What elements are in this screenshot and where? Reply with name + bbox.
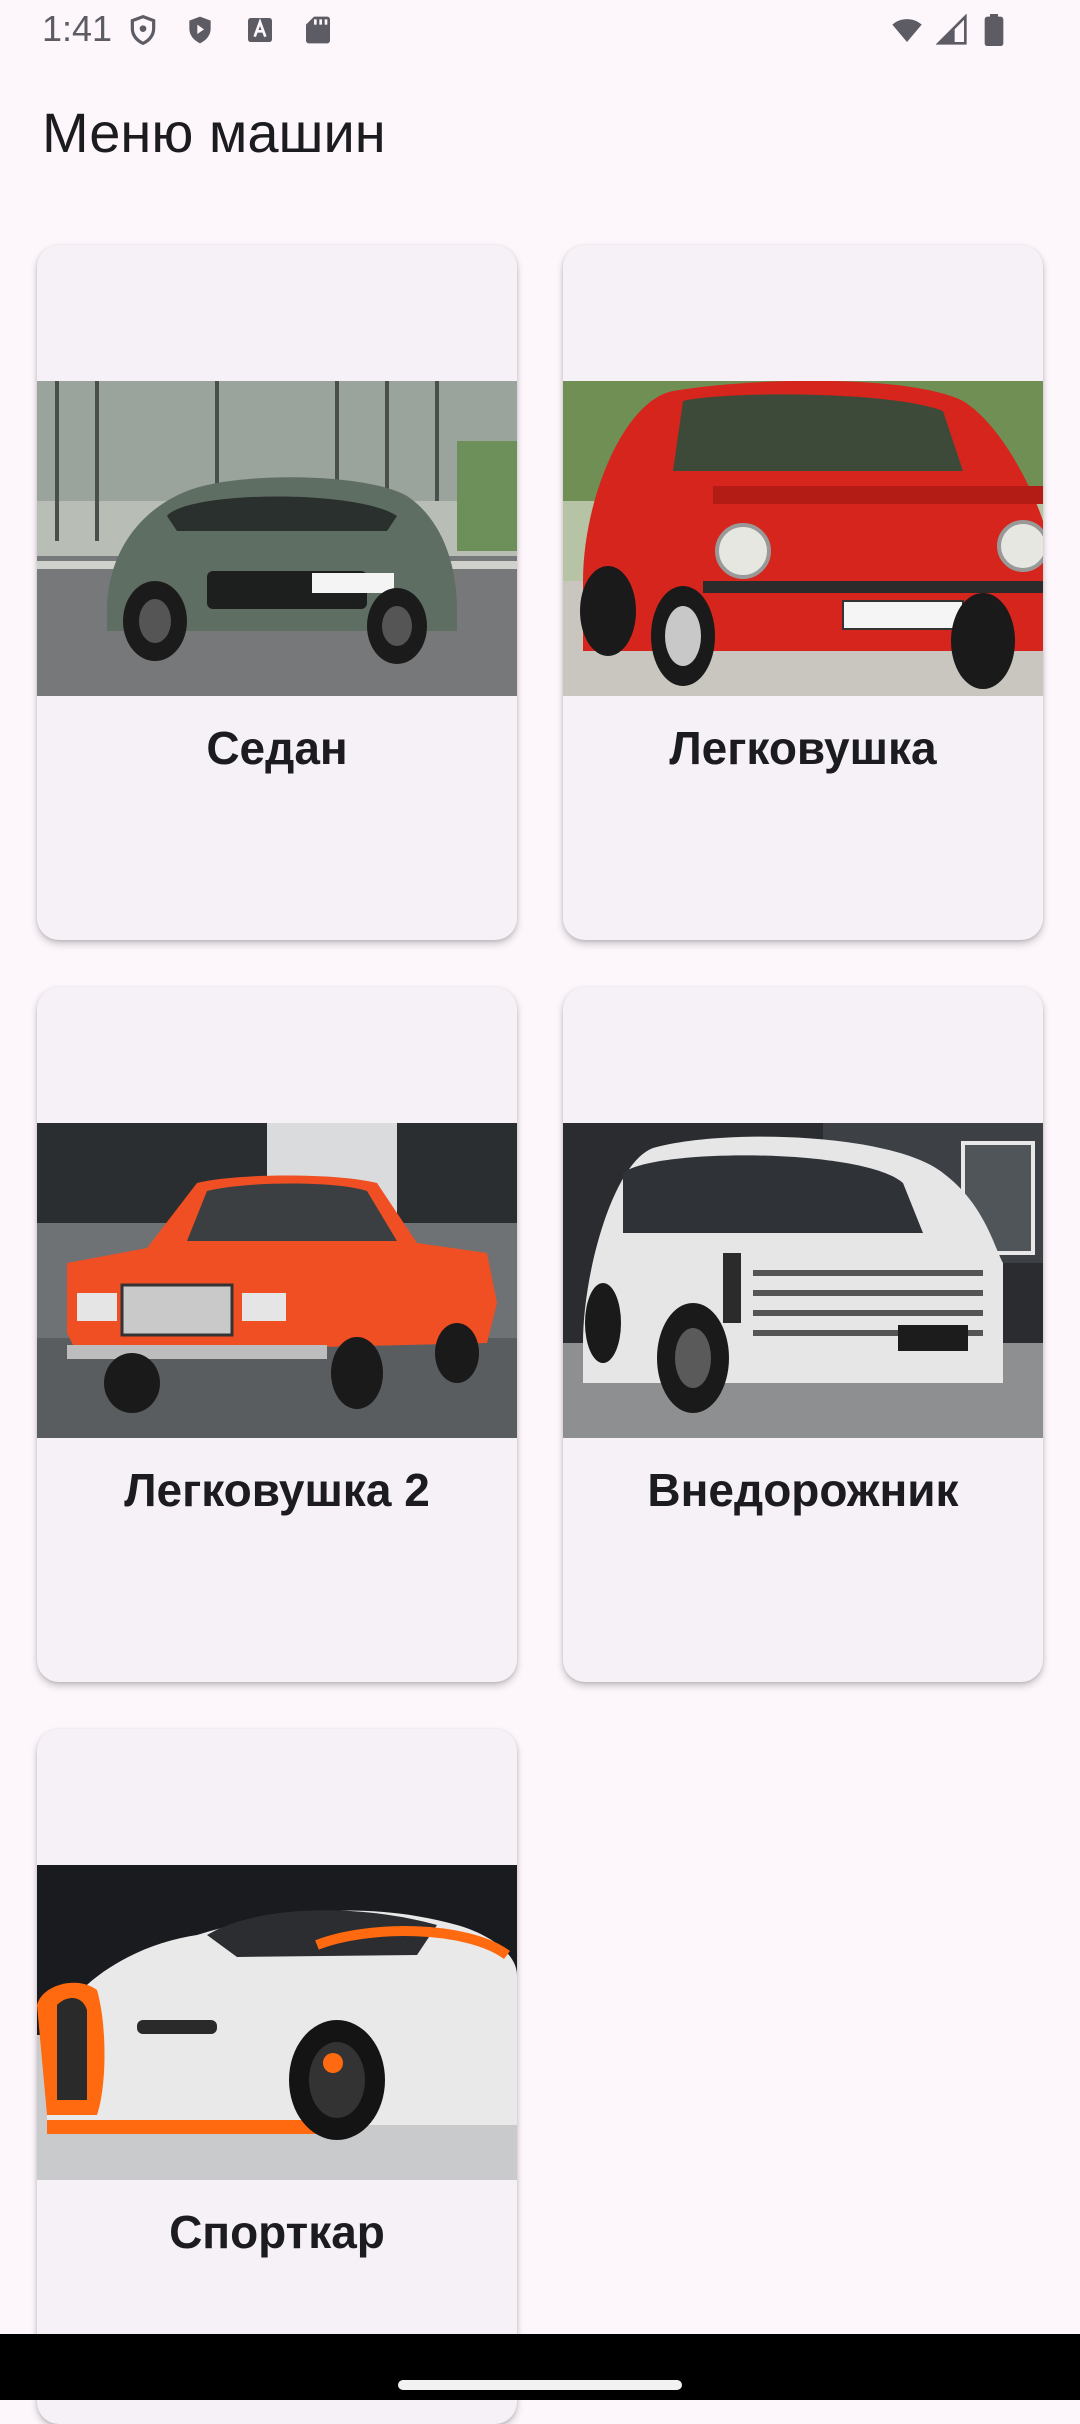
page-title: Меню машин	[42, 101, 386, 164]
car-card-label: Легковушка 2	[124, 1464, 430, 1516]
wifi-icon	[888, 14, 926, 46]
car-card-sedan[interactable]: Седан	[37, 245, 517, 940]
status-bar: 1:41	[0, 0, 1080, 62]
car-card-label: Седан	[206, 722, 348, 774]
car-card-legkovushka[interactable]: Легковушка	[563, 245, 1043, 940]
shield-icon	[127, 14, 159, 46]
text-icon	[244, 14, 276, 46]
status-time: 1:41	[42, 8, 113, 49]
car-card-vnedorozhnik[interactable]: Внедорожник	[563, 987, 1043, 1682]
sd-card-icon	[302, 14, 334, 46]
battery-icon	[980, 14, 1008, 46]
signal-icon	[936, 14, 968, 46]
white-suv-photo	[563, 1123, 1043, 1438]
navigation-bar	[0, 2334, 1080, 2400]
home-gesture-handle[interactable]	[398, 2380, 682, 2390]
green-crossover-photo	[37, 381, 517, 696]
play-protect-icon	[184, 14, 216, 46]
car-card-label: Внедорожник	[647, 1464, 959, 1516]
white-orange-hypercar-photo	[37, 1865, 517, 2180]
car-card-sportkar[interactable]: Спорткар	[37, 1729, 517, 2424]
car-card-label: Спорткар	[169, 2206, 385, 2258]
car-card-label: Легковушка	[669, 722, 937, 774]
red-zaporozhets-photo	[563, 381, 1043, 696]
orange-lada-photo	[37, 1123, 517, 1438]
car-card-legkovushka-2[interactable]: Легковушка 2	[37, 987, 517, 1682]
